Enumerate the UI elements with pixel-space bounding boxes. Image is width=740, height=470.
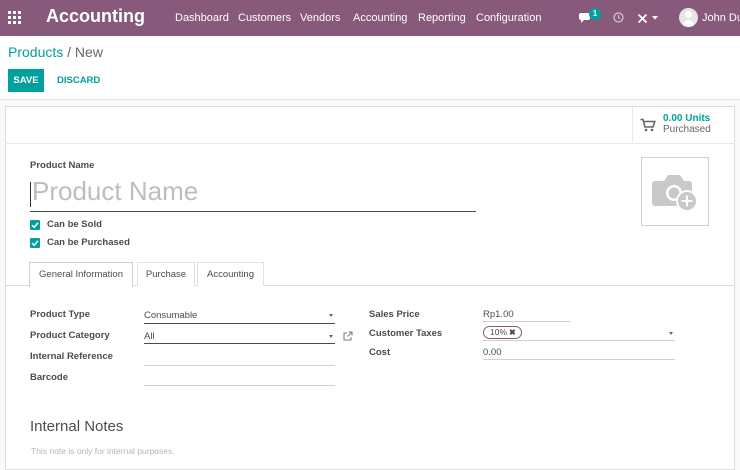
internal-reference-underline [144, 365, 335, 366]
user-name[interactable]: John Due [702, 12, 740, 24]
button-box [5, 106, 735, 144]
tab-accounting[interactable]: Accounting [197, 262, 264, 286]
tab-purchase[interactable]: Purchase [137, 262, 195, 286]
product-type-dropdown-icon[interactable] [329, 314, 333, 317]
sales-price-underline [483, 321, 570, 322]
product-category-underline [144, 343, 335, 344]
purchased-value: 0.00 Units [663, 113, 711, 124]
save-button[interactable]: SAVE [8, 69, 44, 92]
tax-tag-label: 10% [490, 327, 508, 337]
external-link-icon[interactable] [343, 331, 353, 341]
tab-general-information[interactable]: General Information [29, 262, 133, 287]
product-type-underline [144, 323, 335, 324]
menu-accounting[interactable]: Accounting [353, 12, 407, 24]
breadcrumb-current: New [74, 44, 103, 60]
cost-underline [483, 359, 675, 360]
internal-notes-input[interactable]: This note is only for internal purposes. [31, 446, 175, 456]
internal-reference-label: Internal Reference [30, 351, 113, 362]
camera-add-icon [652, 175, 698, 212]
top-navbar: Accounting Dashboard Customers Vendors A… [0, 0, 740, 36]
product-type-select[interactable]: Consumable [144, 310, 197, 321]
menu-reporting[interactable]: Reporting [418, 12, 466, 24]
can-be-purchased-checkbox[interactable] [30, 238, 40, 248]
debug-tools-icon[interactable] [637, 13, 648, 24]
discard-button[interactable]: DISCARD [57, 69, 100, 92]
breadcrumb-separator: / [67, 44, 72, 60]
cost-label: Cost [369, 347, 391, 358]
barcode-label: Barcode [30, 372, 69, 383]
remove-tag-icon[interactable]: ✖ [509, 328, 516, 337]
can-be-purchased-label: Can be Purchased [47, 237, 130, 248]
chat-badge: 1 [589, 8, 601, 20]
chevron-down-icon[interactable] [652, 16, 658, 20]
sales-price-label: Sales Price [369, 309, 420, 320]
menu-configuration[interactable]: Configuration [476, 12, 541, 24]
product-category-input[interactable]: All [144, 331, 155, 342]
product-type-label: Product Type [30, 309, 90, 320]
customer-taxes-underline [483, 340, 675, 341]
cart-icon [640, 118, 656, 132]
purchased-label: Purchased [663, 124, 711, 135]
app-title[interactable]: Accounting [46, 6, 145, 27]
product-category-dropdown-icon[interactable] [329, 335, 333, 338]
product-name-placeholder: Product Name [32, 176, 199, 206]
cost-input[interactable]: 0.00 [483, 347, 502, 358]
user-avatar[interactable] [679, 8, 698, 27]
menu-customers[interactable]: Customers [238, 12, 291, 24]
can-be-sold-label: Can be Sold [47, 219, 102, 230]
barcode-underline [144, 385, 335, 386]
form-sheet [5, 106, 735, 470]
menu-vendors[interactable]: Vendors [300, 12, 340, 24]
sales-price-input[interactable]: Rp1.00 [483, 309, 514, 320]
tax-tag: 10% ✖ [483, 326, 522, 339]
product-category-label: Product Category [30, 330, 110, 341]
clock-icon[interactable] [613, 12, 624, 23]
internal-notes-title: Internal Notes [30, 418, 124, 435]
breadcrumb: Products / New [8, 44, 103, 60]
breadcrumb-products[interactable]: Products [8, 44, 63, 60]
can-be-sold-checkbox[interactable] [30, 220, 40, 230]
text-cursor [30, 182, 31, 207]
product-image-field[interactable] [641, 157, 709, 226]
apps-menu-icon[interactable] [8, 11, 21, 24]
product-name-label: Product Name [30, 160, 95, 171]
menu-dashboard[interactable]: Dashboard [175, 12, 229, 24]
customer-taxes-dropdown-icon[interactable] [669, 332, 673, 335]
customer-taxes-label: Customer Taxes [369, 328, 443, 339]
